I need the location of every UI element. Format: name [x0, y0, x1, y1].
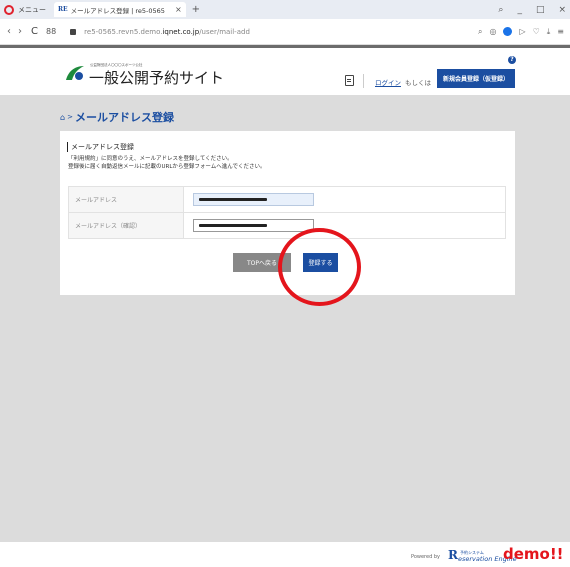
site-header: 公益財団法人〇〇〇スポーツ公社 一般公開予約サイト ? ログイン もしくは 新規…	[0, 48, 570, 95]
table-row: メールアドレス	[68, 186, 506, 213]
email-confirm-label: メールアドレス（確認）	[68, 212, 184, 239]
address-bar: ‹ › C 88 re5-0565.revn5.demo.iqnet.co.jp…	[0, 19, 570, 45]
email-confirm-masked-value	[199, 224, 267, 227]
browser-menu-label[interactable]: メニュー	[18, 5, 46, 15]
search-page-icon[interactable]: ⌕	[478, 27, 482, 37]
lock-icon[interactable]	[70, 28, 77, 35]
email-masked-value	[199, 198, 267, 201]
table-row: メールアドレス（確認）	[68, 212, 506, 239]
play-icon[interactable]: ▷	[519, 27, 525, 36]
url-host: re5-0565.revn5.demo.	[84, 27, 163, 36]
highlight-circle	[278, 228, 361, 306]
demo-badge: demo!!	[503, 545, 564, 563]
email-confirm-field[interactable]	[193, 219, 314, 232]
url-domain: iqnet.co.jp	[162, 27, 200, 36]
or-text: もしくは	[405, 79, 431, 87]
window-controls: ⌕ _ □ ×	[498, 0, 566, 19]
download-icon[interactable]: ⤓	[547, 27, 551, 37]
breadcrumb: ⌂ > メールアドレス登録	[60, 109, 174, 125]
header-divider	[363, 74, 364, 88]
browser-tab-bar: メニュー RE メールアドレス登録 | re5-0565 × + ⌕ _ □ ×	[0, 0, 570, 19]
url-path: /user/mail-add	[199, 27, 250, 36]
tab-title: メールアドレス登録 | re5-0565	[70, 6, 165, 15]
speed-dial-icon[interactable]: 88	[46, 27, 56, 36]
new-tab-icon[interactable]: +	[192, 4, 200, 15]
tab-close-icon[interactable]: ×	[175, 5, 182, 14]
maximize-icon[interactable]: □	[536, 5, 545, 15]
tab-favicon-icon: RE	[58, 6, 68, 13]
address-bar-icons: ⌕ ◎ ▷ ♡ ⤓ ≡	[478, 27, 564, 37]
close-window-icon[interactable]: ×	[558, 5, 566, 15]
vpn-icon[interactable]	[503, 27, 513, 36]
minimize-icon[interactable]: _	[517, 5, 522, 15]
email-cell	[183, 186, 506, 213]
email-form-table: メールアドレス メールアドレス（確認）	[68, 186, 506, 239]
search-icon[interactable]: ⌕	[498, 5, 503, 15]
page-title: メールアドレス登録	[74, 111, 174, 124]
site-footer: Powered by R 予約システム eservation Engine de…	[0, 542, 570, 567]
home-icon[interactable]: ⌂	[60, 113, 65, 122]
card-heading: メールアドレス登録	[67, 142, 134, 152]
camera-icon[interactable]: ◎	[489, 27, 496, 36]
email-label: メールアドレス	[68, 186, 184, 213]
mail-registration-card: メールアドレス登録 「利用規約」に同意のうえ、メールアドレスを登録してください。…	[60, 131, 515, 306]
site-logo-icon[interactable]	[64, 64, 86, 82]
register-button[interactable]: 新規会員登録（仮登録）	[437, 69, 515, 88]
reservation-engine-logo: R	[448, 548, 458, 562]
login-link[interactable]: ログイン	[375, 77, 401, 87]
reload-icon[interactable]: C	[31, 26, 38, 37]
browser-tab[interactable]: RE メールアドレス登録 | re5-0565 ×	[54, 2, 186, 17]
forward-icon[interactable]: ›	[18, 26, 22, 37]
breadcrumb-separator: >	[67, 113, 73, 121]
main-content: ⌂ > メールアドレス登録 メールアドレス登録 「利用規約」に同意のうえ、メール…	[0, 95, 570, 542]
back-icon[interactable]: ‹	[7, 26, 11, 37]
instruction-line-1: 「利用規約」に同意のうえ、メールアドレスを登録してください。	[68, 156, 233, 162]
instruction-line-2: 登録後に届く自動返信メールに記載のURLから登録フォームへ進んでください。	[68, 164, 266, 170]
url-field[interactable]: re5-0565.revn5.demo.iqnet.co.jp/user/mai…	[84, 28, 250, 36]
powered-by-text: Powered by	[411, 554, 440, 560]
menu-icon[interactable]: ≡	[557, 27, 564, 36]
heart-icon[interactable]: ♡	[533, 27, 540, 36]
document-icon[interactable]	[345, 75, 354, 86]
instructions: 「利用規約」に同意のうえ、メールアドレスを登録してください。 登録後に届く自動返…	[68, 155, 265, 171]
site-title[interactable]: 一般公開予約サイト	[89, 67, 224, 88]
opera-logo-icon[interactable]	[4, 4, 14, 15]
email-confirm-cell	[183, 212, 506, 239]
email-field[interactable]	[193, 193, 314, 206]
help-icon[interactable]: ?	[508, 56, 516, 64]
